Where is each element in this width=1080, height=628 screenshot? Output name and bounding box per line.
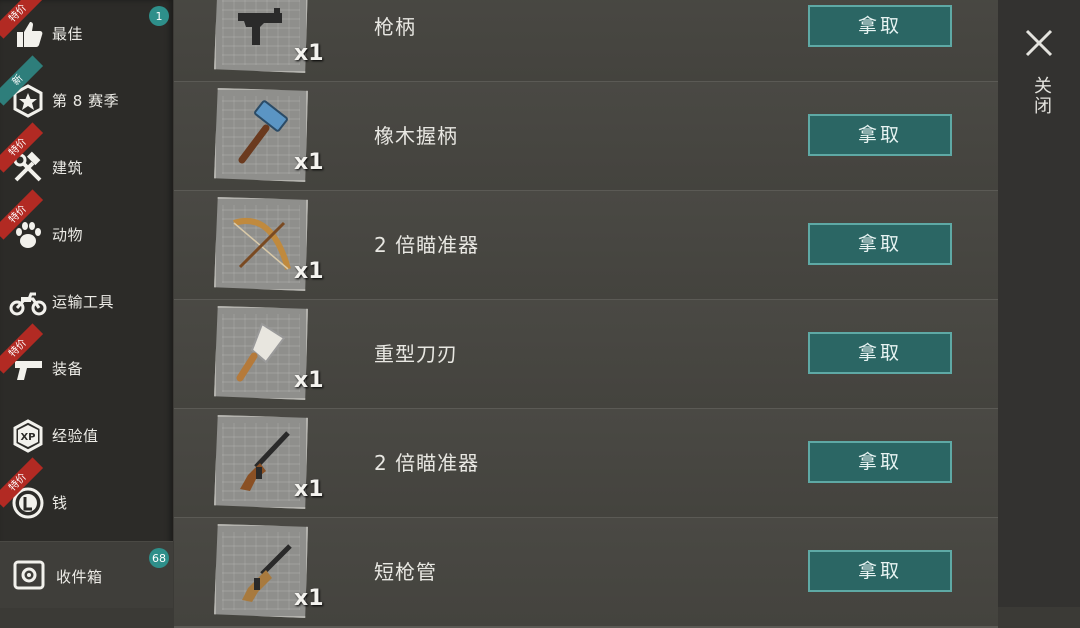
notification-badge: 1: [149, 6, 169, 26]
item-quantity: x1: [294, 586, 324, 611]
take-button[interactable]: 拿取: [808, 441, 952, 483]
hammer-icon: [238, 100, 288, 164]
close-panel[interactable]: 关闭: [998, 0, 1080, 607]
item-name: 2 倍瞄准器: [374, 451, 480, 475]
close-icon[interactable]: [1024, 28, 1054, 58]
item-name: 2 倍瞄准器: [374, 233, 480, 257]
assault-rifle-icon: [242, 544, 292, 602]
take-button[interactable]: 拿取: [808, 550, 952, 592]
sidebar-item-best[interactable]: 特价 最佳 1: [0, 0, 173, 67]
motorcycle-icon: [9, 283, 47, 321]
item-name: 橡木握柄: [374, 124, 458, 148]
sidebar-item-label: 第 8 赛季: [52, 92, 120, 110]
safe-icon: [10, 556, 48, 594]
sidebar-item-xp[interactable]: XP 经验值: [0, 402, 173, 469]
list-item: x1 枪柄 拿取: [174, 0, 998, 83]
list-item: x1 2 倍瞄准器 拿取: [174, 409, 998, 519]
bow-icon: [233, 218, 291, 270]
item-quantity: x1: [294, 150, 324, 175]
list-item: x1 2 倍瞄准器 拿取: [174, 191, 998, 301]
item-quantity: x1: [294, 368, 324, 393]
take-button[interactable]: 拿取: [808, 5, 952, 47]
inbox-count-badge: 68: [149, 548, 169, 568]
svg-text:XP: XP: [20, 432, 35, 443]
sidebar-item-label: 钱: [52, 494, 68, 512]
item-quantity: x1: [294, 477, 324, 502]
item-name: 短枪管: [374, 560, 437, 584]
list-item: x1 短枪管 拿取: [174, 518, 998, 628]
list-item: x1 橡木握柄 拿取: [174, 82, 998, 192]
sidebar-item-label: 建筑: [52, 159, 84, 177]
inbox-label: 收件箱: [56, 568, 103, 586]
item-name: 重型刀刃: [374, 342, 458, 366]
list-item: x1 重型刀刃 拿取: [174, 300, 998, 410]
sidebar-item-building[interactable]: 特价 建筑: [0, 122, 173, 201]
sidebar-item-label: 最佳: [52, 25, 84, 43]
take-button[interactable]: 拿取: [808, 332, 952, 374]
sidebar-item-label: 动物: [52, 226, 84, 244]
reward-list: x1 枪柄 拿取 x1 橡木握柄 拿取 x1 2 倍瞄准器 拿取 x1 重型刀刃…: [174, 0, 998, 628]
category-sidebar: 特价 最佳 1 新 第 8 赛季 特价 建筑 特价 动物 运输工具 特价 装备 …: [0, 0, 173, 608]
sidebar-item-label: 装备: [52, 360, 84, 378]
sidebar-item-season[interactable]: 新 第 8 赛季: [0, 55, 173, 134]
item-quantity: x1: [294, 41, 324, 66]
rifle-icon: [240, 431, 290, 491]
xp-icon: XP: [9, 417, 47, 455]
close-label: 关闭: [1031, 76, 1052, 116]
sidebar-item-money[interactable]: 特价 钱: [0, 457, 173, 536]
item-quantity: x1: [294, 259, 324, 284]
sidebar-item-vehicles[interactable]: 运输工具: [0, 268, 173, 335]
cleaver-icon: [236, 322, 286, 382]
sidebar-item-label: 经验值: [52, 427, 99, 445]
take-button[interactable]: 拿取: [808, 114, 952, 156]
sidebar-item-label: 运输工具: [52, 293, 115, 311]
sidebar-item-equipment[interactable]: 特价 装备: [0, 323, 173, 402]
sidebar-item-animals[interactable]: 特价 动物: [0, 189, 173, 268]
take-button[interactable]: 拿取: [808, 223, 952, 265]
uzi-icon: [238, 8, 282, 45]
item-name: 枪柄: [374, 15, 416, 39]
sidebar-item-inbox[interactable]: 收件箱 68: [0, 541, 173, 608]
